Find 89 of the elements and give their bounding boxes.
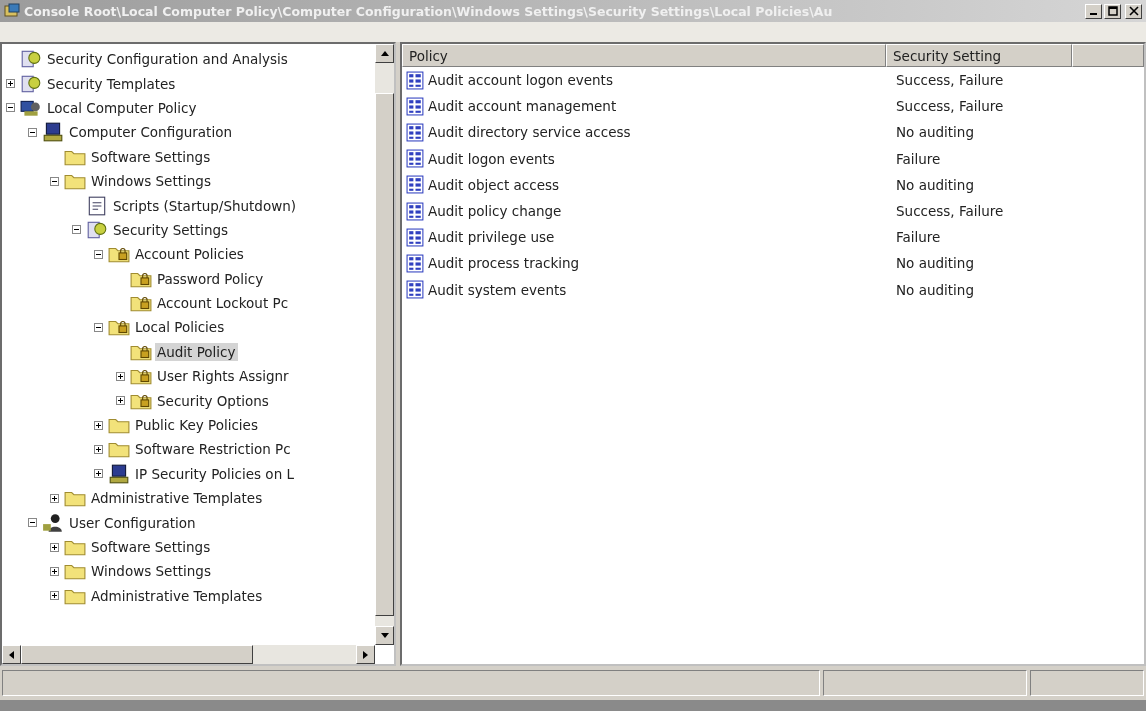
security-icon — [86, 219, 108, 240]
policy-item-icon — [406, 227, 425, 247]
collapse-icon[interactable] — [6, 103, 15, 113]
policy-name[interactable]: Audit policy change — [428, 203, 562, 220]
security-icon — [20, 49, 42, 70]
expand-icon[interactable] — [94, 444, 103, 454]
maximize-icon — [1107, 6, 1118, 16]
expand-icon[interactable] — [94, 469, 103, 479]
tree-item[interactable]: Security Templates — [45, 74, 178, 93]
policy-name[interactable]: Audit privilege use — [428, 229, 555, 246]
expand-icon[interactable] — [116, 371, 125, 381]
tree-item[interactable]: User Rights Assignr — [155, 367, 291, 386]
scroll-right-icon[interactable] — [363, 650, 368, 659]
policy-item-icon — [406, 253, 425, 273]
script-icon — [86, 195, 108, 216]
collapse-icon[interactable] — [94, 249, 103, 259]
setting-value: Success, Failure — [896, 98, 1004, 115]
tree-item[interactable]: Software Settings — [89, 147, 213, 166]
setting-value: Success, Failure — [896, 72, 1004, 89]
tree-item[interactable]: Local Policies — [133, 318, 227, 337]
policy-item-icon — [406, 175, 425, 195]
console-icon — [4, 3, 20, 19]
column-header[interactable]: Security Setting — [886, 44, 1072, 67]
policy-name[interactable]: Audit system events — [428, 281, 567, 298]
security-icon — [20, 73, 42, 94]
tree-item[interactable]: IP Security Policies on L — [133, 464, 296, 483]
policy-name[interactable]: Audit process tracking — [428, 255, 580, 272]
user-icon — [42, 512, 64, 533]
setting-value: Success, Failure — [896, 203, 1004, 220]
tree-item[interactable]: Local Computer Policy — [45, 98, 199, 117]
scroll-down-icon[interactable] — [380, 633, 389, 638]
scroll-left-icon[interactable] — [9, 650, 14, 659]
policy-name[interactable]: Audit object access — [428, 176, 560, 193]
setting-value: No auditing — [896, 281, 974, 298]
tree-item[interactable]: Software Settings — [89, 538, 213, 556]
policy-item-icon — [406, 201, 425, 221]
tree-item[interactable]: Security Configuration and Analysis — [45, 50, 290, 69]
column-header[interactable]: Policy — [402, 44, 886, 67]
close-icon — [1128, 6, 1139, 16]
minimize-button[interactable] — [1085, 3, 1102, 19]
expand-icon[interactable] — [50, 591, 59, 601]
tree-item[interactable]: Security Settings — [111, 220, 231, 239]
policy-item-icon — [406, 70, 425, 90]
tree-item[interactable]: Public Key Policies — [133, 416, 260, 435]
vertical-scrollbar[interactable] — [375, 44, 394, 645]
tree-item[interactable]: Computer Configuration — [67, 123, 234, 142]
minimize-icon — [1090, 13, 1097, 15]
tree-item[interactable]: Windows Settings — [89, 562, 213, 581]
tree-item[interactable]: Account Policies — [133, 245, 246, 264]
policy-name[interactable]: Audit directory service access — [428, 124, 631, 141]
close-button[interactable] — [1125, 3, 1142, 19]
maximize-button[interactable] — [1104, 3, 1121, 19]
tree-item[interactable]: Software Restriction Pc — [133, 440, 293, 459]
policy-item-icon — [406, 122, 425, 142]
policy-name[interactable]: Audit account management — [428, 98, 617, 115]
expand-icon[interactable] — [50, 566, 59, 576]
expand-icon[interactable] — [94, 420, 103, 430]
tree-item[interactable]: User Configuration — [67, 513, 198, 532]
policy-item-icon — [406, 280, 425, 300]
computer-icon — [42, 122, 64, 143]
collapse-icon[interactable] — [28, 518, 37, 528]
setting-value: No auditing — [896, 124, 974, 141]
setting-value: No auditing — [896, 176, 974, 193]
setting-value: Failure — [896, 229, 941, 246]
collapse-icon[interactable] — [50, 176, 59, 186]
tree-item[interactable]: Account Lockout Pc — [155, 294, 291, 313]
expand-icon[interactable] — [50, 542, 59, 552]
tree-item[interactable]: Administrative Templates — [89, 586, 265, 605]
tree-item[interactable]: Windows Settings — [89, 172, 213, 191]
policy-item-icon — [406, 96, 425, 116]
tree-item[interactable]: Administrative Templates — [89, 489, 265, 508]
tree-item[interactable]: Password Policy — [155, 269, 266, 288]
policy-name[interactable]: Audit logon events — [428, 150, 555, 167]
policy-name[interactable]: Audit account logon events — [428, 72, 613, 89]
collapse-icon[interactable] — [94, 323, 103, 332]
expand-icon[interactable] — [116, 396, 125, 406]
collapse-icon[interactable] — [72, 225, 81, 235]
expand-icon[interactable] — [50, 493, 59, 503]
tree-item[interactable]: Audit Policy — [155, 342, 238, 361]
policy-item-icon — [406, 149, 425, 169]
tree-item[interactable]: Scripts (Startup/Shutdown) — [111, 196, 299, 215]
scroll-up-icon[interactable] — [380, 51, 389, 56]
setting-value: Failure — [896, 150, 941, 167]
tree-item[interactable]: Security Options — [155, 391, 271, 410]
computer-icon — [108, 463, 130, 484]
horizontal-scrollbar[interactable] — [2, 645, 375, 664]
collapse-icon[interactable] — [28, 127, 37, 137]
setting-value: No auditing — [896, 255, 974, 272]
expand-icon[interactable] — [6, 79, 15, 89]
